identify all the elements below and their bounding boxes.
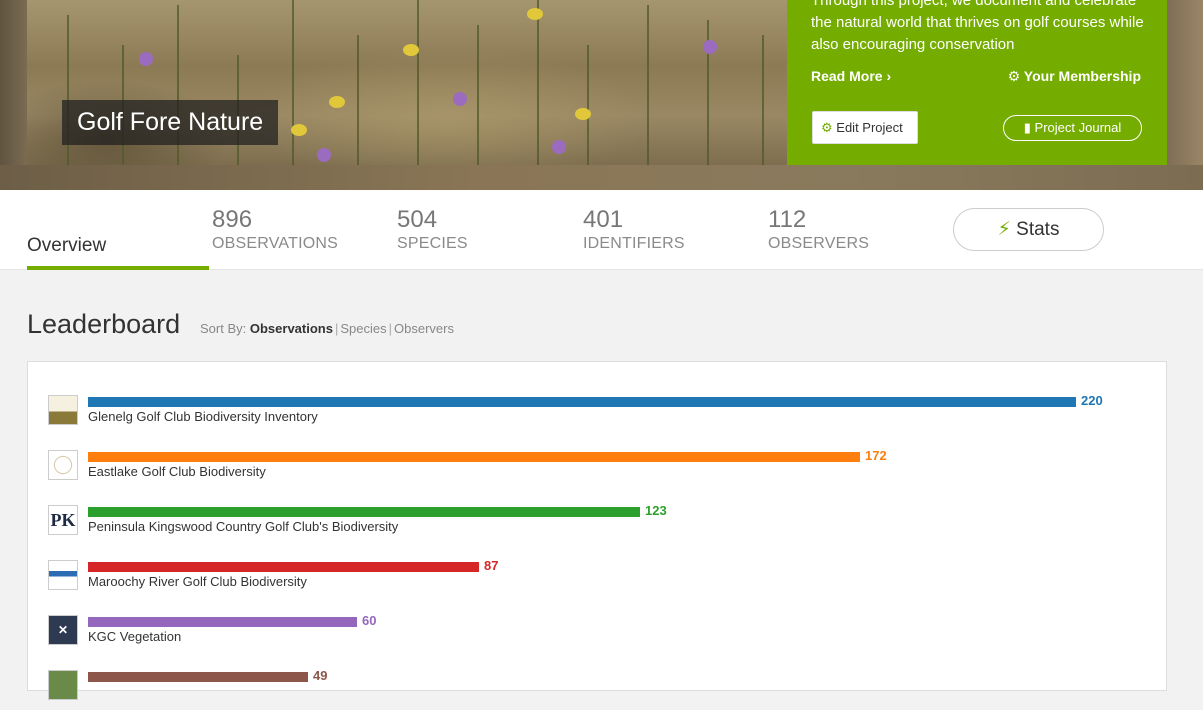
sort-species[interactable]: Species: [340, 321, 386, 336]
stat-observations-value: 896: [212, 206, 253, 233]
eastlake-logo-icon: [48, 450, 78, 480]
membership-label: Your Membership: [1023, 68, 1141, 84]
gear-icon: ⚙: [821, 120, 833, 135]
stat-species-label: SPECIES: [397, 235, 468, 252]
leaderboard-value: 49: [313, 668, 328, 683]
leaderboard-title: Leaderboard: [27, 309, 181, 339]
book-icon: ▮: [1023, 120, 1031, 135]
stats-button-label: Stats: [1016, 219, 1060, 240]
leaderboard-row[interactable]: ✕ 60 KGC Vegetation: [48, 613, 1148, 655]
stats-button[interactable]: ⚡ Stats: [953, 208, 1104, 251]
leaderboard-value: 60: [362, 613, 377, 628]
project-info-panel: Through this project, we document and ce…: [787, 0, 1167, 165]
tab-overview[interactable]: Overview: [27, 235, 106, 257]
leaderboard-project-name[interactable]: Maroochy River Golf Club Biodiversity: [88, 574, 307, 589]
lightning-icon: ⚡: [997, 219, 1011, 240]
project-header: Golf Fore Nature Through this project, w…: [0, 0, 1203, 190]
leaderboard-row[interactable]: 220 Glenelg Golf Club Biodiversity Invent…: [48, 393, 1148, 435]
gear-icon: ⚙: [1007, 68, 1021, 84]
stat-observations[interactable]: 896 OBSERVATIONS: [212, 206, 338, 253]
leaderboard-value: 172: [865, 448, 887, 463]
leaderboard-value: 87: [484, 558, 499, 573]
chevron-right-icon: ›: [886, 68, 892, 84]
leaderboard-bar: [88, 562, 479, 572]
tab-overview-underline: [27, 266, 209, 270]
sort-by-label: Sort By:: [200, 321, 247, 336]
project-description: Through this project, we document and ce…: [811, 0, 1144, 53]
sixth-logo-icon: [48, 670, 78, 700]
kgc-logo-icon: ✕: [48, 615, 78, 645]
stat-identifiers-value: 401: [583, 206, 624, 233]
project-title: Golf Fore Nature: [62, 100, 279, 145]
stat-identifiers-label: IDENTIFIERS: [583, 235, 685, 252]
read-more-link[interactable]: Read More ›: [811, 68, 891, 84]
header-bg-left: [0, 0, 27, 190]
sort-observers[interactable]: Observers: [394, 321, 454, 336]
leaderboard-project-name[interactable]: Glenelg Golf Club Biodiversity Inventory: [88, 409, 318, 424]
leaderboard-value: 220: [1081, 393, 1103, 408]
leaderboard-bar: [88, 452, 860, 462]
leaderboard-bar: [88, 617, 357, 627]
stat-species-value: 504: [397, 206, 438, 233]
read-more-label: Read More: [811, 68, 883, 84]
header-bg-right: [1167, 0, 1203, 190]
stat-observers-value: 112: [768, 206, 807, 233]
leaderboard-row[interactable]: 49: [48, 668, 1148, 710]
leaderboard-bar: [88, 672, 308, 682]
sort-observations[interactable]: Observations: [250, 321, 333, 336]
pk-logo-icon: PK: [48, 505, 78, 535]
stat-observers-label: OBSERVERS: [768, 235, 870, 252]
maroochy-logo-icon: [48, 560, 78, 590]
leaderboard-bar: [88, 507, 640, 517]
leaderboard-project-name[interactable]: Eastlake Golf Club Biodiversity: [88, 464, 266, 479]
leaderboard-row[interactable]: PK 123 Peninsula Kingswood Country Golf Cl…: [48, 503, 1148, 545]
glenelg-logo-icon: [48, 395, 78, 425]
leaderboard-project-name[interactable]: Peninsula Kingswood Country Golf Club's …: [88, 519, 398, 534]
edit-project-button[interactable]: ⚙ Edit Project: [812, 111, 918, 144]
leaderboard-project-name[interactable]: KGC Vegetation: [88, 629, 181, 644]
leaderboard-row[interactable]: 87 Maroochy River Golf Club Biodiversity: [48, 558, 1148, 600]
stat-observers[interactable]: 112 OBSERVERS: [768, 206, 869, 253]
stat-identifiers[interactable]: 401 IDENTIFIERS: [583, 206, 685, 253]
stat-species[interactable]: 504 SPECIES: [397, 206, 468, 253]
leaderboard-bar: [88, 397, 1076, 407]
your-membership-link[interactable]: ⚙ Your Membership: [1008, 68, 1141, 85]
stat-observations-label: OBSERVATIONS: [212, 235, 338, 252]
leaderboard-chart: 220 Glenelg Golf Club Biodiversity Invent…: [27, 361, 1167, 700]
edit-project-label: Edit Project: [836, 120, 903, 135]
leaderboard-value: 123: [645, 503, 667, 518]
stats-bar: Overview 896 OBSERVATIONS 504 SPECIES 40…: [0, 190, 1203, 270]
project-journal-label: Project Journal: [1034, 120, 1122, 135]
leaderboard-sort: Sort By: Observations | Species | Observers: [200, 321, 454, 336]
leaderboard-row[interactable]: 172 Eastlake Golf Club Biodiversity: [48, 448, 1148, 490]
header-bg-bottom: [0, 165, 1203, 190]
project-journal-button[interactable]: ▮ Project Journal: [1003, 115, 1142, 141]
